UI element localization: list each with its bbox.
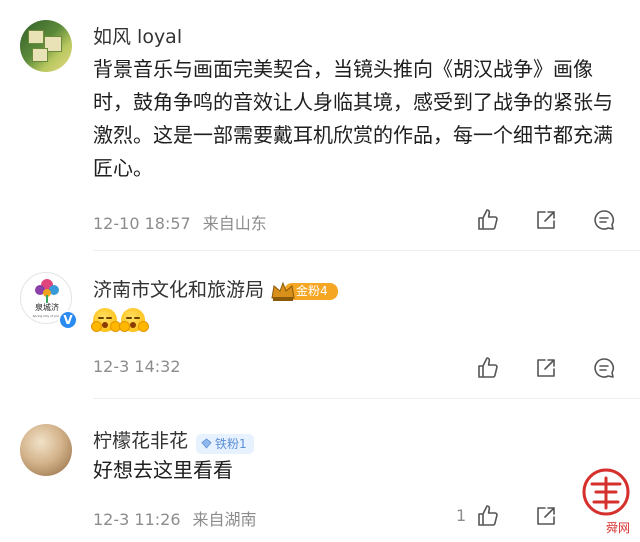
share-icon [537,507,555,525]
reply-button[interactable] [592,356,616,380]
username-row: 柠檬花非花 铁粉1 [93,426,254,454]
comment-text: 好想去这里看看 [93,458,233,482]
comment-text: 背景音乐与画面完美契合，当镜头推向《胡汉战争》画像时，鼓角争鸣的音效让人身临其境… [93,57,613,180]
comment-icon [594,358,615,378]
avatar[interactable] [20,424,72,476]
fan-badge-label: 铁粉1 [215,436,247,451]
like-button[interactable] [476,208,500,232]
comment-meta: 12-3 11:26 来自湖南 [93,506,257,530]
verified-icon: V [58,310,78,330]
emoji-row [91,308,149,336]
share-button[interactable] [534,504,558,528]
fan-level-badge[interactable]: 金粉4 [270,280,340,302]
watermark-text: 舜网 [606,520,630,535]
share-button[interactable] [534,356,558,380]
avatar-text: 泉城济 [35,302,59,312]
comment-icon [594,210,615,230]
avatar[interactable] [20,20,72,72]
comment-meta: 12-3 14:32 [93,357,181,376]
share-icon [537,359,555,377]
comment-location: 来自湖南 [192,510,257,529]
username[interactable]: 济南市文化和旅游局 [93,279,264,301]
comment-item: 柠檬花非花 铁粉1 好想去这里看看 12-3 11:26 来自湖南 1 [0,398,640,542]
like-button[interactable] [476,504,500,528]
fan-badge-pill: 铁粉1 [196,433,254,454]
shy-face-emoji-icon [119,308,149,332]
crown-badge-label: 金粉4 [296,283,328,298]
like-button[interactable] [476,356,500,380]
diamond-icon [201,437,212,449]
like-icon [478,505,498,526]
like-icon [478,209,498,230]
watermark-seal-icon: 舜网 [582,468,630,535]
username-row: 济南市文化和旅游局 金粉4 [93,275,340,302]
share-button[interactable] [534,208,558,232]
avatar-tile [32,48,48,62]
comment-item: 如风 loyal 背景音乐与画面完美契合，当镜头推向《胡汉战争》画像时，鼓角争鸣… [0,0,640,250]
comment-meta: 12-10 18:57 来自山东 [93,210,267,234]
reply-button[interactable] [592,208,616,232]
username[interactable]: 如风 loyal [93,22,182,49]
shy-face-emoji-icon [91,308,121,332]
fan-level-badge[interactable]: 铁粉1 [196,431,254,454]
share-icon [537,211,555,229]
avatar-subtext: Spring City of Jinan [33,314,62,318]
username[interactable]: 柠檬花非花 [93,430,188,452]
comment-item: 泉城济 Spring City of Jinan 济南市文化和旅游局 金粉4 1… [0,250,640,398]
comment-time: 12-10 18:57 [93,214,191,233]
like-icon [478,357,498,378]
comment-time: 12-3 11:26 [93,510,181,529]
watermark-logo: 舜网 [578,462,636,538]
avatar-tile [28,30,44,44]
comment-location: 来自山东 [202,214,267,233]
like-count: 1 [456,506,467,525]
comment-time: 12-3 14:32 [93,357,181,376]
